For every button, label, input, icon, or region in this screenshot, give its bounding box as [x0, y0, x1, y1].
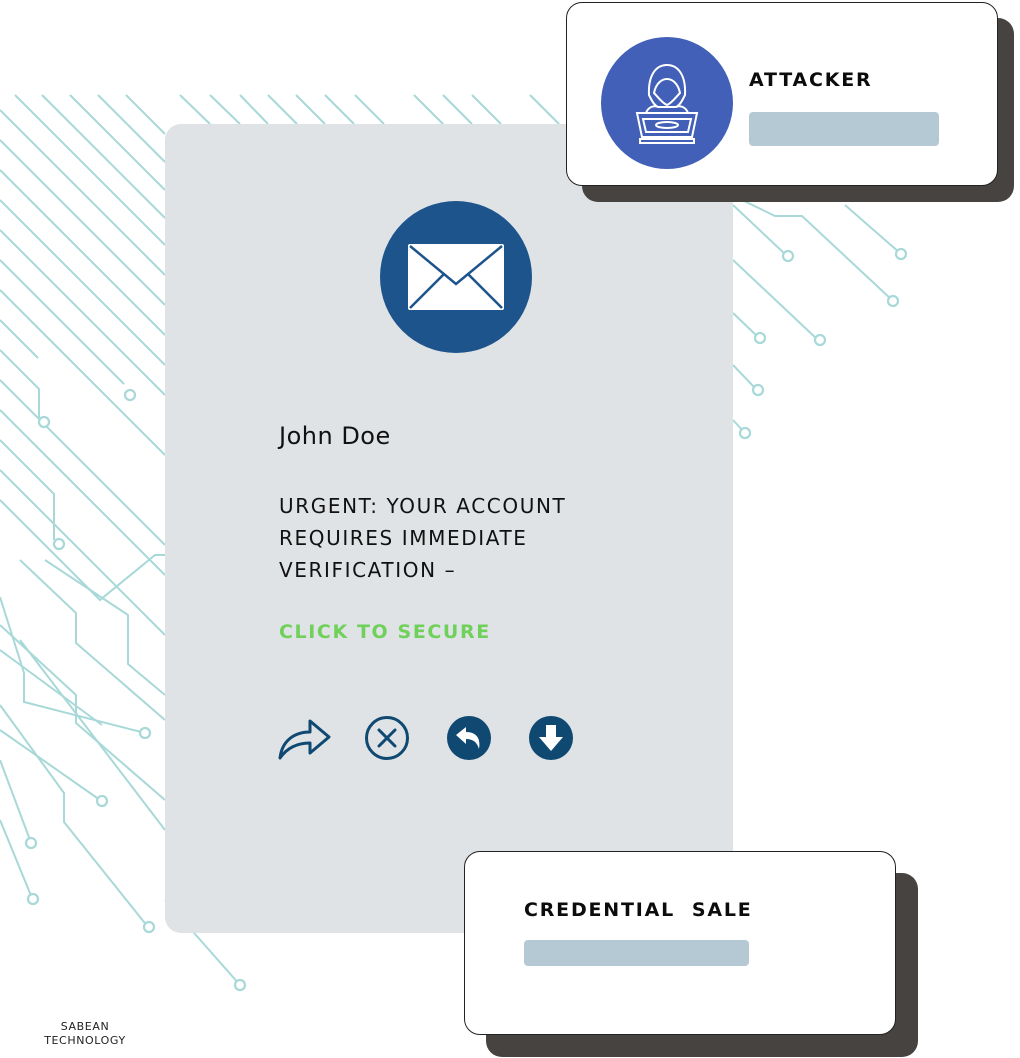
- download-circle-icon: [529, 716, 573, 760]
- circuit-node: [894, 247, 908, 261]
- circuit-trace: [239, 94, 269, 125]
- circuit-trace: [209, 94, 241, 125]
- phishing-email-card: John Doe URGENT: YOUR ACCOUNT REQUIRES I…: [165, 124, 733, 933]
- hooded-hacker-laptop-icon: [601, 37, 733, 169]
- circuit-trace: [19, 559, 166, 721]
- circuit-trace: [442, 94, 473, 125]
- circuit-trace: [0, 259, 125, 385]
- subject-line: VERIFICATION –: [279, 558, 457, 582]
- download-button[interactable]: [523, 714, 579, 762]
- circuit-node: [813, 333, 827, 347]
- circuit-trace: [0, 349, 40, 418]
- close-circle-icon: [365, 716, 409, 760]
- click-to-secure-link[interactable]: CLICK TO SECURE: [279, 621, 491, 643]
- attacker-placeholder-bar: [749, 112, 939, 146]
- circuit-trace: [97, 94, 166, 163]
- circuit-trace: [471, 94, 502, 125]
- circuit-trace: [732, 364, 757, 390]
- credential-sale-placeholder-bar: [524, 940, 749, 966]
- email-subject: URGENT: YOUR ACCOUNT REQUIRES IMMEDIATE …: [279, 490, 609, 586]
- circuit-node: [781, 249, 795, 263]
- credential-sale-label: CREDENTIAL SALE: [524, 899, 753, 921]
- circuit-trace: [295, 94, 326, 125]
- circuit-node: [26, 892, 40, 906]
- circuit-trace: [0, 759, 31, 841]
- circuit-trace: [732, 312, 759, 338]
- attacker-label: ATTACKER: [749, 69, 873, 91]
- circuit-node: [24, 836, 38, 850]
- circuit-trace: [732, 204, 787, 256]
- circuit-node: [142, 920, 156, 934]
- circuit-trace: [324, 94, 355, 125]
- circuit-trace: [0, 229, 166, 396]
- circuit-node: [233, 978, 247, 992]
- reply-button[interactable]: [441, 714, 497, 762]
- circuit-trace: [179, 94, 211, 125]
- circuit-node: [37, 415, 51, 429]
- forward-button[interactable]: [277, 714, 333, 762]
- brand-line: SABEAN: [60, 1020, 110, 1033]
- subject-line: REQUIRES IMMEDIATE: [279, 526, 528, 550]
- circuit-trace: [0, 169, 166, 336]
- envelope-icon: [380, 201, 532, 353]
- circuit-trace: [0, 319, 39, 359]
- delete-button[interactable]: [359, 714, 415, 762]
- circuit-node: [95, 794, 109, 808]
- brand-logo-text: SABEAN TECHNOLOGY: [30, 1020, 140, 1048]
- circuit-trace: [413, 94, 444, 125]
- circuit-node: [52, 537, 66, 551]
- circuit-node: [886, 294, 900, 308]
- circuit-trace: [69, 94, 166, 191]
- circuit-trace: [0, 624, 166, 801]
- circuit-trace: [0, 649, 103, 726]
- circuit-node: [123, 388, 137, 402]
- circuit-node: [138, 726, 152, 740]
- brand-line: TECHNOLOGY: [44, 1034, 126, 1047]
- circuit-trace: [267, 94, 298, 125]
- circuit-trace: [844, 204, 901, 254]
- circuit-node: [738, 426, 752, 440]
- circuit-trace: [0, 409, 166, 576]
- circuit-trace: [529, 94, 560, 125]
- forward-arrow-icon: [278, 719, 331, 760]
- subject-line: URGENT: YOUR ACCOUNT: [279, 494, 567, 518]
- circuit-trace: [737, 197, 893, 301]
- circuit-trace: [0, 729, 101, 801]
- circuit-trace: [14, 94, 166, 246]
- reply-circle-icon: [447, 716, 491, 760]
- email-actions: [277, 714, 605, 762]
- circuit-trace: [0, 379, 166, 546]
- circuit-trace: [0, 704, 149, 928]
- credential-sale-card: CREDENTIAL SALE: [464, 851, 896, 1035]
- circuit-node: [751, 383, 765, 397]
- circuit-trace: [354, 94, 385, 125]
- circuit-trace: [0, 199, 166, 366]
- circuit-node: [753, 331, 767, 345]
- circuit-trace: [0, 469, 166, 636]
- circuit-trace: [732, 259, 819, 341]
- circuit-trace: [0, 289, 166, 456]
- email-sender: John Doe: [279, 422, 391, 450]
- circuit-trace: [44, 559, 166, 696]
- attacker-card: ATTACKER: [566, 2, 998, 186]
